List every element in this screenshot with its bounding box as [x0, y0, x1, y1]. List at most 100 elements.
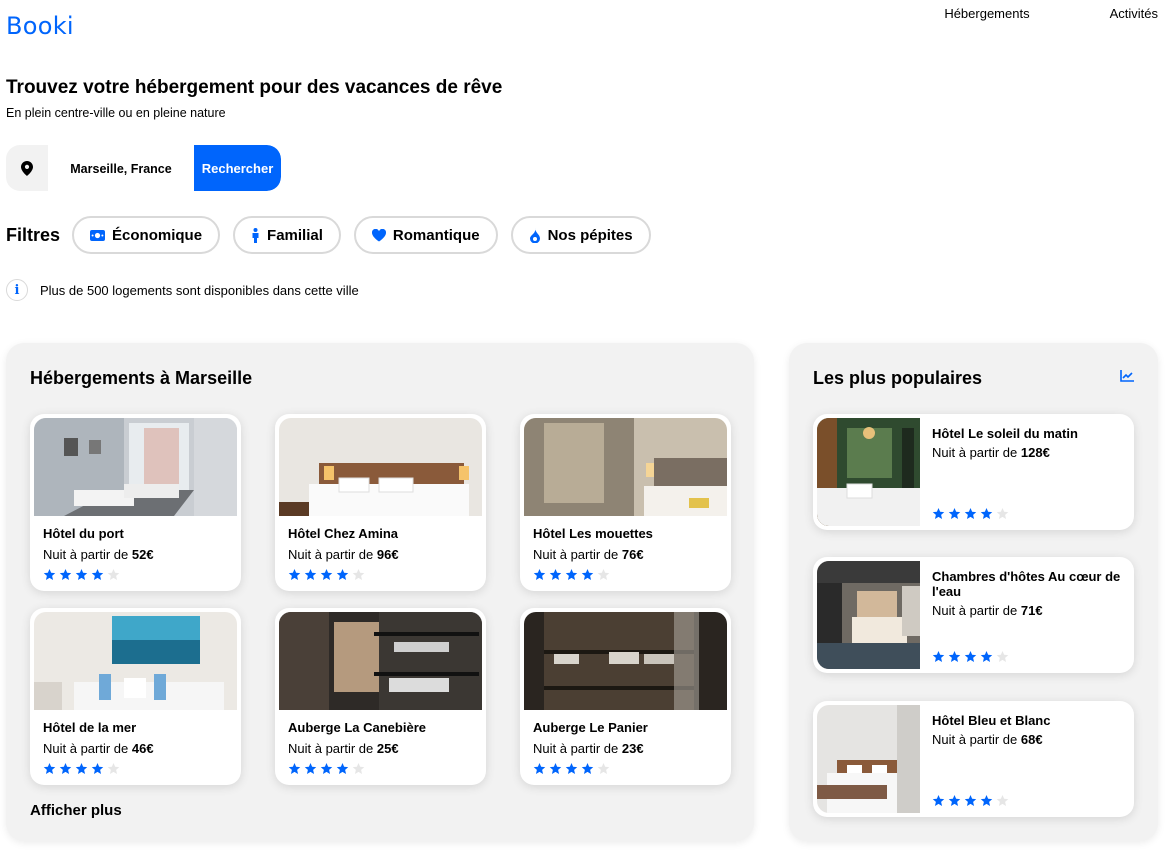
star-icon	[581, 763, 594, 774]
hotel-name[interactable]: Hôtel Bleu et Blanc	[932, 713, 1130, 728]
star-icon	[336, 569, 349, 580]
star-icon	[336, 763, 349, 774]
hotel-price: Nuit à partir de 46€	[43, 741, 154, 756]
page-title: Trouvez votre hébergement pour des vacan…	[6, 77, 503, 98]
listings-section: Hébergements à Marseille Hôtel du port N…	[6, 343, 754, 841]
search-button[interactable]: Rechercher	[194, 145, 281, 191]
filter-label: Familial	[267, 226, 323, 244]
info-icon: i	[6, 279, 28, 301]
star-rating	[932, 508, 1009, 520]
filter-romantique-button[interactable]: Romantique	[353, 216, 498, 254]
star-icon	[533, 569, 546, 580]
hotel-card[interactable]: Auberge Le Panier Nuit à partir de 23€	[520, 608, 731, 785]
star-rating	[288, 569, 482, 581]
filters-label: Filtres	[6, 224, 61, 245]
star-icon	[75, 763, 88, 774]
hotel-price: Nuit à partir de 25€	[288, 741, 399, 756]
money-icon	[90, 229, 106, 241]
hotel-name[interactable]: Auberge Le Panier	[533, 720, 727, 735]
show-more-link[interactable]: Afficher plus	[30, 802, 122, 819]
hotel-name[interactable]: Chambres d'hôtes Au cœur de l'eau	[932, 569, 1130, 599]
hotel-name[interactable]: Auberge La Canebière	[288, 720, 482, 735]
hotel-image	[524, 418, 727, 516]
hotel-image	[34, 418, 237, 516]
star-icon	[565, 763, 578, 774]
hotel-image	[279, 418, 482, 516]
hotel-image	[279, 612, 482, 710]
star-icon	[43, 569, 56, 580]
info-text: Plus de 500 logements sont disponibles d…	[40, 282, 359, 298]
booki-logo[interactable]: Booki	[6, 12, 74, 40]
star-icon	[320, 763, 333, 774]
hotel-price: Nuit à partir de 76€	[533, 547, 644, 562]
star-icon	[320, 569, 333, 580]
hotel-card[interactable]: Hôtel du port Nuit à partir de 52€	[30, 414, 241, 591]
hotel-name[interactable]: Hôtel Le soleil du matin	[932, 426, 1130, 441]
star-rating	[932, 795, 1009, 807]
star-icon	[565, 569, 578, 580]
star-icon	[43, 763, 56, 774]
star-icon	[964, 508, 977, 519]
star-icon	[996, 795, 1009, 806]
star-rating	[43, 763, 237, 775]
star-icon	[352, 763, 365, 774]
flame-icon	[529, 227, 540, 243]
hotel-image	[817, 705, 920, 813]
popular-section: Les plus populaires Hôtel Le soleil du m…	[789, 343, 1158, 841]
star-icon	[288, 763, 301, 774]
popular-title: Les plus populaires	[813, 368, 983, 388]
hotel-name[interactable]: Hôtel de la mer	[43, 720, 237, 735]
filter-economique-button[interactable]: Économique	[72, 216, 221, 254]
nav-activites[interactable]: Activités	[1110, 6, 1158, 21]
star-icon	[932, 651, 945, 662]
star-rating	[288, 763, 482, 775]
star-rating	[533, 763, 727, 775]
star-icon	[304, 763, 317, 774]
filter-familial-button[interactable]: Familial	[233, 216, 341, 254]
star-icon	[91, 569, 104, 580]
hotel-name[interactable]: Hôtel Chez Amina	[288, 526, 482, 541]
star-rating	[43, 569, 237, 581]
hotel-card[interactable]: Auberge La Canebière Nuit à partir de 25…	[275, 608, 486, 785]
nav-hebergements[interactable]: Hébergements	[944, 6, 1029, 21]
filter-label: Économique	[112, 226, 203, 244]
star-icon	[549, 763, 562, 774]
star-icon	[352, 569, 365, 580]
hotel-card[interactable]: Hôtel Chez Amina Nuit à partir de 96€	[275, 414, 486, 591]
star-icon	[304, 569, 317, 580]
hotel-card[interactable]: Hôtel Les mouettes Nuit à partir de 76€	[520, 414, 731, 591]
info-message: i Plus de 500 logements sont disponibles…	[6, 279, 359, 301]
star-icon	[996, 508, 1009, 519]
star-icon	[964, 795, 977, 806]
hotel-price: Nuit à partir de 52€	[43, 547, 154, 562]
star-icon	[581, 569, 594, 580]
hotel-price: Nuit à partir de 23€	[533, 741, 644, 756]
star-icon	[980, 795, 993, 806]
hotel-name[interactable]: Hôtel du port	[43, 526, 237, 541]
star-icon	[288, 569, 301, 580]
star-icon	[948, 795, 961, 806]
star-icon	[59, 569, 72, 580]
listings-title: Hébergements à Marseille	[30, 368, 253, 388]
hotel-card[interactable]: Hôtel de la mer Nuit à partir de 46€	[30, 608, 241, 785]
star-icon	[996, 651, 1009, 662]
trend-chart-icon	[1120, 370, 1134, 382]
star-icon	[91, 763, 104, 774]
hotel-name[interactable]: Hôtel Les mouettes	[533, 526, 727, 541]
popular-card[interactable]: Hôtel Le soleil du matin Nuit à partir d…	[813, 414, 1134, 530]
star-icon	[597, 569, 610, 580]
star-icon	[59, 763, 72, 774]
star-icon	[980, 651, 993, 662]
star-icon	[533, 763, 546, 774]
star-icon	[980, 508, 993, 519]
star-rating	[932, 651, 1009, 663]
filter-label: Romantique	[392, 226, 480, 244]
search-input[interactable]: Marseille, France	[48, 145, 194, 191]
heart-icon	[371, 228, 386, 241]
page-subtitle: En plein centre-ville ou en pleine natur…	[6, 106, 226, 120]
filter-pepites-button[interactable]: Nos pépites	[510, 216, 651, 254]
main-nav: Hébergements Activités	[944, 6, 1158, 21]
popular-card[interactable]: Hôtel Bleu et Blanc Nuit à partir de 68€	[813, 701, 1134, 817]
star-icon	[107, 763, 120, 774]
popular-card[interactable]: Chambres d'hôtes Au cœur de l'eau Nuit à…	[813, 557, 1134, 673]
